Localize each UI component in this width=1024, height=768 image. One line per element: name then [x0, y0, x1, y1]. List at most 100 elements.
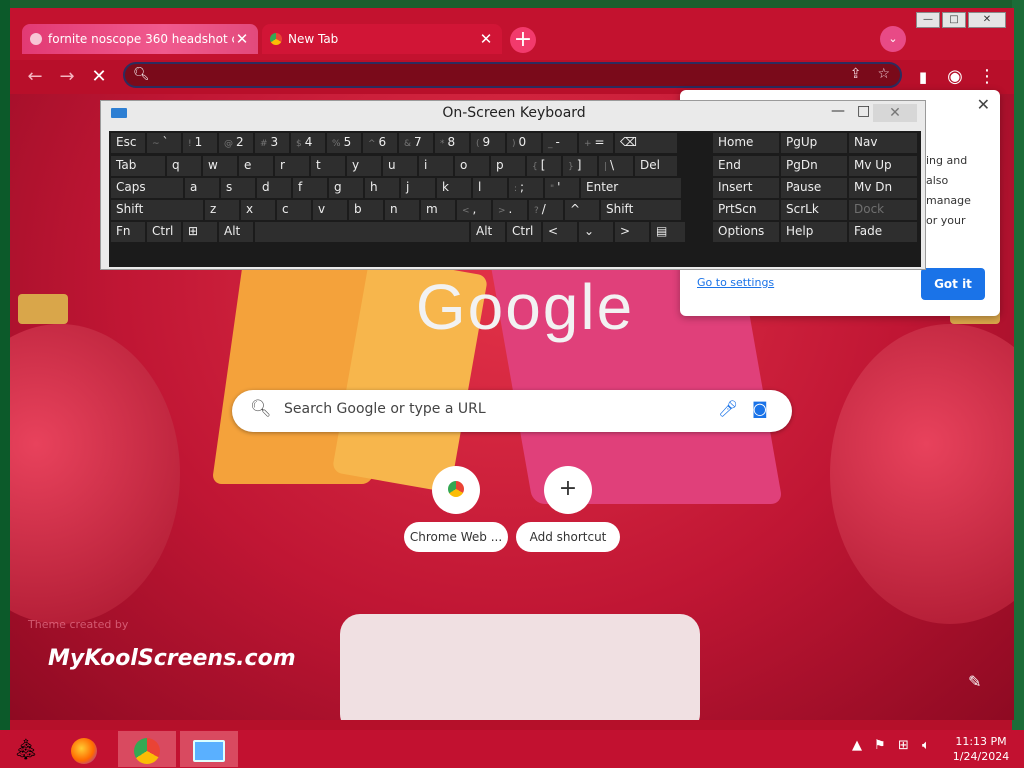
- show-hidden-icons-chevron-icon[interactable]: ▲: [852, 738, 862, 753]
- address-bar[interactable]: 🔍︎ ⇪ ☆: [123, 62, 902, 88]
- key[interactable]: t: [311, 156, 345, 176]
- key[interactable]: y: [347, 156, 381, 176]
- key[interactable]: ⊞: [183, 222, 217, 242]
- key[interactable]: Enter: [581, 178, 681, 198]
- key[interactable]: " ': [545, 178, 579, 198]
- nav-key[interactable]: Fade: [849, 222, 917, 242]
- close-button[interactable]: ✕: [968, 12, 1006, 28]
- chrome-taskbar-icon[interactable]: [118, 731, 176, 767]
- nav-key[interactable]: Mv Dn: [849, 178, 917, 198]
- clock[interactable]: 11:13 PM 1/24/2024: [950, 734, 1012, 764]
- key[interactable]: Ctrl: [147, 222, 181, 242]
- key[interactable]: ⌫: [615, 133, 677, 153]
- tab-fortnite[interactable]: fornite noscope 360 headshot co ✕: [22, 24, 258, 54]
- shortcut-chrome-web-store[interactable]: [432, 466, 480, 514]
- key[interactable]: d: [257, 178, 291, 198]
- nav-key[interactable]: End: [713, 156, 779, 176]
- add-shortcut-label[interactable]: Add shortcut: [516, 522, 620, 552]
- back-arrow-icon[interactable]: ←: [22, 64, 48, 90]
- tab-close-icon[interactable]: ✕: [478, 30, 494, 48]
- nav-key[interactable]: PrtScn: [713, 200, 779, 220]
- osk-close-button[interactable]: ✕: [873, 104, 917, 122]
- osk-minimize-icon[interactable]: —: [831, 103, 845, 119]
- start-ornament-icon[interactable]: 🎄︎: [2, 731, 50, 767]
- minimize-button[interactable]: —: [916, 12, 940, 28]
- key[interactable]: [255, 222, 469, 242]
- firefox-icon[interactable]: [60, 731, 108, 767]
- key[interactable]: Alt: [471, 222, 505, 242]
- key[interactable]: j: [401, 178, 435, 198]
- key[interactable]: ) 0: [507, 133, 541, 153]
- nav-key[interactable]: Home: [713, 133, 779, 153]
- key[interactable]: % 5: [327, 133, 361, 153]
- key[interactable]: ^: [565, 200, 599, 220]
- key[interactable]: s: [221, 178, 255, 198]
- key[interactable]: Shift: [111, 200, 203, 220]
- key[interactable]: #3: [255, 133, 289, 153]
- key[interactable]: h: [365, 178, 399, 198]
- key[interactable]: Fn: [111, 222, 145, 242]
- nav-key[interactable]: Pause: [781, 178, 847, 198]
- stop-loading-icon[interactable]: ✕: [86, 64, 112, 90]
- customize-pencil-icon[interactable]: ✎: [968, 672, 981, 691]
- key[interactable]: v: [313, 200, 347, 220]
- tab-new-tab[interactable]: New Tab ✕: [262, 24, 502, 54]
- nav-key[interactable]: PgUp: [781, 133, 847, 153]
- key[interactable]: $4: [291, 133, 325, 153]
- key[interactable]: ^ 6: [363, 133, 397, 153]
- shortcut-label[interactable]: Chrome Web ...: [404, 522, 508, 552]
- key[interactable]: >.: [493, 200, 527, 220]
- key[interactable]: l: [473, 178, 507, 198]
- menu-kebab-icon[interactable]: ⋮: [974, 64, 1000, 90]
- nav-key[interactable]: Mv Up: [849, 156, 917, 176]
- popup-close-icon[interactable]: ✕: [977, 95, 990, 114]
- key[interactable]: <: [543, 222, 577, 242]
- key[interactable]: _ -: [543, 133, 577, 153]
- on-screen-keyboard-taskbar-icon[interactable]: [180, 731, 238, 767]
- key[interactable]: k: [437, 178, 471, 198]
- key[interactable]: z: [205, 200, 239, 220]
- key[interactable]: b: [349, 200, 383, 220]
- key[interactable]: ⌄: [579, 222, 613, 242]
- network-icon[interactable]: ⊞: [898, 738, 909, 753]
- key[interactable]: @2: [219, 133, 253, 153]
- key[interactable]: }]: [563, 156, 597, 176]
- key[interactable]: ! 1: [183, 133, 217, 153]
- key[interactable]: a: [185, 178, 219, 198]
- share-icon[interactable]: ⇪: [850, 66, 862, 82]
- tab-search-chevron-icon[interactable]: ⌄: [880, 26, 906, 52]
- key[interactable]: + =: [579, 133, 613, 153]
- key[interactable]: <,: [457, 200, 491, 220]
- key[interactable]: Esc: [111, 133, 145, 153]
- key[interactable]: u: [383, 156, 417, 176]
- key[interactable]: i: [419, 156, 453, 176]
- key[interactable]: n: [385, 200, 419, 220]
- key[interactable]: e: [239, 156, 273, 176]
- key[interactable]: Caps: [111, 178, 183, 198]
- microphone-icon[interactable]: 🎤︎: [718, 399, 738, 418]
- key[interactable]: ▤: [651, 222, 685, 242]
- key[interactable]: w: [203, 156, 237, 176]
- got-it-button[interactable]: Got it: [921, 268, 985, 300]
- key[interactable]: r: [275, 156, 309, 176]
- go-to-settings-link[interactable]: Go to settings: [697, 276, 774, 289]
- nav-key[interactable]: Help: [781, 222, 847, 242]
- side-panel-icon[interactable]: ▮: [910, 64, 936, 90]
- add-shortcut-plus-icon[interactable]: +: [544, 466, 592, 514]
- key[interactable]: f: [293, 178, 327, 198]
- key[interactable]: Del: [635, 156, 677, 176]
- key[interactable]: ~ `: [147, 133, 181, 153]
- nav-key[interactable]: Nav: [849, 133, 917, 153]
- key[interactable]: c: [277, 200, 311, 220]
- key[interactable]: * 8: [435, 133, 469, 153]
- osk-maximize-icon[interactable]: □: [857, 103, 870, 119]
- key[interactable]: >: [615, 222, 649, 242]
- nav-key[interactable]: Insert: [713, 178, 779, 198]
- ntp-search-box[interactable]: 🔍︎ Search Google or type a URL 🎤︎ ◙: [232, 390, 792, 432]
- key[interactable]: q: [167, 156, 201, 176]
- key[interactable]: g: [329, 178, 363, 198]
- bookmark-star-icon[interactable]: ☆: [877, 66, 890, 82]
- key[interactable]: :;: [509, 178, 543, 198]
- maximize-button[interactable]: □: [942, 12, 966, 28]
- nav-key[interactable]: Dock: [849, 200, 917, 220]
